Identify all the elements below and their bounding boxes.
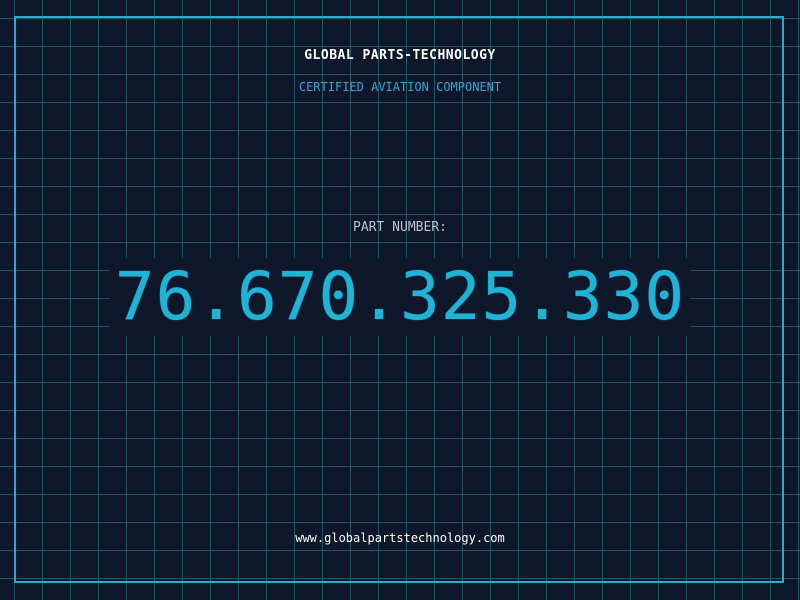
part-number-value: 76.670.325.330	[108, 258, 692, 336]
part-label-card: GLOBAL PARTS-TECHNOLOGY CERTIFIED AVIATI…	[0, 0, 800, 600]
certification-subtitle: CERTIFIED AVIATION COMPONENT	[298, 80, 502, 94]
company-name: GLOBAL PARTS-TECHNOLOGY	[304, 48, 496, 63]
part-number-container: 76.670.325.330	[0, 258, 800, 336]
website-url: www.globalpartstechnology.com	[295, 531, 505, 545]
part-number-label: PART NUMBER:	[353, 220, 447, 235]
